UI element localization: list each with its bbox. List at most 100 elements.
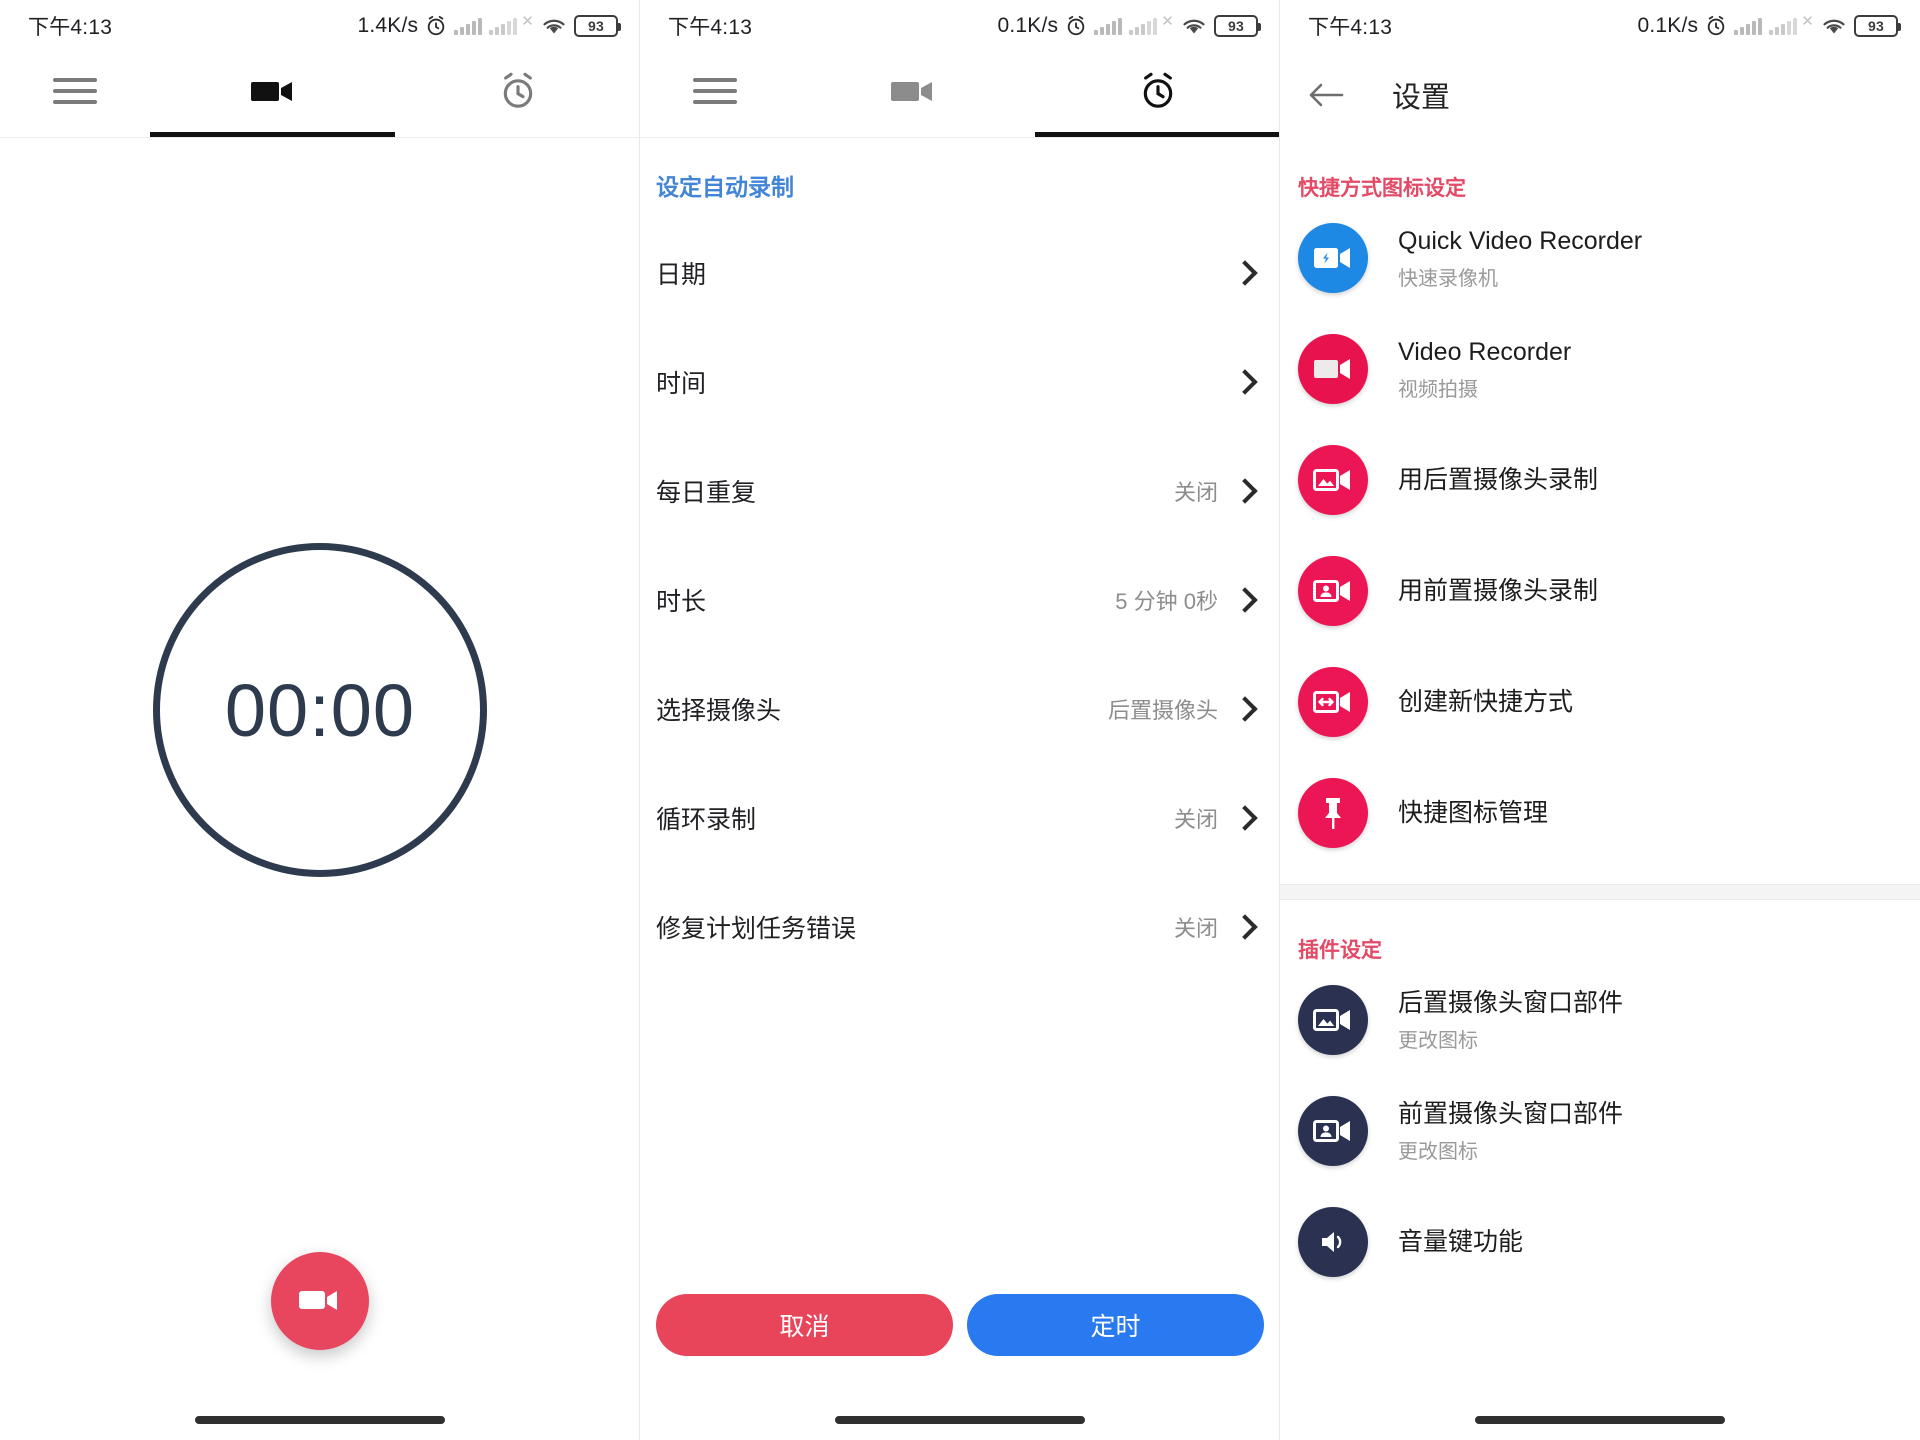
chevron-right-icon xyxy=(1232,586,1258,613)
alarm-clock-icon xyxy=(503,72,532,108)
setting-value: 关闭 xyxy=(1173,806,1218,832)
video-person-icon xyxy=(1298,555,1368,626)
alarm-icon xyxy=(1065,15,1087,37)
timer-display-area: 00:00 xyxy=(0,130,640,1290)
tab-alarm-left[interactable] xyxy=(395,52,640,130)
panel-settings: 下午4:13 0.1K/s ✕ 93 设置 快捷方式图标设定 Quick Vid… xyxy=(1280,0,1920,1440)
setting-value: 5 分钟 0秒 xyxy=(1115,588,1218,614)
status-bar-right: 下午4:13 0.1K/s ✕ 93 xyxy=(1280,0,1920,52)
cancel-button[interactable]: 取消 xyxy=(656,1294,953,1356)
wifi-icon xyxy=(1821,16,1847,36)
schedule-actions: 取消 定时 xyxy=(656,1294,1264,1356)
tab-bar-left xyxy=(0,52,640,138)
setting-label: 选择摄像头 xyxy=(656,696,782,725)
status-bar-middle: 下午4:13 0.1K/s ✕ 93 xyxy=(640,0,1280,52)
status-time: 下午4:13 xyxy=(668,16,753,39)
tab-active-underline xyxy=(1035,132,1280,138)
hamburger-icon xyxy=(693,71,737,111)
screenshot-root: 下午4:13 1.4K/s ✕ 93 00:00 下午4:13 0.1K/s ✕… xyxy=(0,0,1920,1440)
settings-item-title: 音量键功能 xyxy=(1398,1227,1524,1256)
settings-item-title: 前置摄像头窗口部件 xyxy=(1398,1099,1624,1128)
chevron-right-icon xyxy=(1232,804,1258,831)
hamburger-icon xyxy=(53,71,97,111)
settings-item-volume-key-function[interactable]: 音量键功能 xyxy=(1280,1186,1920,1297)
menu-button-middle[interactable] xyxy=(640,71,790,111)
nav-gesture-bar xyxy=(0,1416,640,1424)
settings-item-create-shortcut[interactable]: 创建新快捷方式 xyxy=(1280,646,1920,757)
settings-item-text: Quick Video Recorder 快速录像机 xyxy=(1398,225,1642,291)
settings-item-title: 快捷图标管理 xyxy=(1398,798,1549,827)
video-camera-icon xyxy=(299,1291,337,1310)
settings-item-quick-video-recorder[interactable]: Quick Video Recorder 快速录像机 xyxy=(1280,202,1920,313)
settings-item-rear-camera-widget[interactable]: 后置摄像头窗口部件 更改图标 xyxy=(1280,964,1920,1075)
settings-item-video-recorder[interactable]: Video Recorder 视频拍摄 xyxy=(1280,313,1920,424)
video-plain-icon xyxy=(1298,333,1368,404)
setting-row[interactable]: 每日重复 关闭 xyxy=(640,436,1280,545)
settings-item-title: Video Recorder xyxy=(1398,337,1572,366)
setting-row[interactable]: 日期 xyxy=(640,218,1280,327)
nav-gesture-bar xyxy=(640,1416,1280,1424)
alarm-clock-icon xyxy=(1143,72,1172,108)
record-button[interactable] xyxy=(271,1252,369,1350)
timer-value: 00:00 xyxy=(224,668,416,752)
setting-label: 日期 xyxy=(656,260,707,289)
network-speed: 0.1K/s xyxy=(997,14,1059,37)
arrow-left-icon xyxy=(1309,83,1344,107)
video-camera-icon xyxy=(250,82,292,101)
status-time: 下午4:13 xyxy=(1308,16,1393,39)
tab-active-underline xyxy=(150,132,395,138)
settings-item-text: 音量键功能 xyxy=(1398,1226,1523,1258)
setting-row[interactable]: 时长 5 分钟 0秒 xyxy=(640,545,1280,654)
battery-indicator: 93 xyxy=(1214,15,1261,37)
tab-video-left[interactable] xyxy=(150,52,395,138)
panel-recorder-home: 下午4:13 1.4K/s ✕ 93 00:00 xyxy=(0,0,640,1440)
settings-item-record-front-camera[interactable]: 用前置摄像头录制 xyxy=(1280,535,1920,646)
tab-video-middle[interactable] xyxy=(790,52,1035,130)
settings-item-record-rear-camera[interactable]: 用后置摄像头录制 xyxy=(1280,424,1920,535)
video-bolt-icon xyxy=(1298,222,1368,293)
settings-item-text: 快捷图标管理 xyxy=(1398,797,1548,829)
setting-row[interactable]: 时间 xyxy=(640,327,1280,436)
setting-row[interactable]: 选择摄像头 后置摄像头 xyxy=(640,654,1280,763)
battery-indicator: 93 xyxy=(1854,15,1901,37)
settings-item-subtitle: 更改图标 xyxy=(1398,1029,1478,1052)
tab-alarm-middle[interactable] xyxy=(1035,52,1280,138)
tabs-middle xyxy=(790,52,1280,138)
setting-row[interactable]: 循环录制 关闭 xyxy=(640,763,1280,872)
record-fab-wrapper xyxy=(0,1252,640,1350)
battery-level: 93 xyxy=(1228,18,1244,34)
alarm-icon xyxy=(425,15,447,37)
battery-indicator: 93 xyxy=(574,15,621,37)
settings-item-shortcut-manager[interactable]: 快捷图标管理 xyxy=(1280,757,1920,868)
alarm-icon xyxy=(1705,15,1727,37)
status-icons: 0.1K/s ✕ 93 xyxy=(1637,13,1901,38)
menu-button-left[interactable] xyxy=(0,71,150,111)
network-speed: 0.1K/s xyxy=(1637,14,1699,37)
chevron-right-icon xyxy=(1232,368,1258,395)
status-icons: 1.4K/s ✕ 93 xyxy=(357,13,621,38)
setting-label: 每日重复 xyxy=(656,478,757,507)
settings-item-subtitle: 视频拍摄 xyxy=(1398,378,1478,401)
signal-bars-sim2 xyxy=(1769,17,1798,35)
back-button[interactable] xyxy=(1306,80,1358,110)
signal-bars-sim1 xyxy=(454,17,483,35)
status-bar-left: 下午4:13 1.4K/s ✕ 93 xyxy=(0,0,640,52)
wifi-icon xyxy=(541,16,567,36)
video-arrows-icon xyxy=(1298,666,1368,737)
setting-label: 循环录制 xyxy=(656,805,757,834)
settings-item-front-camera-widget[interactable]: 前置摄像头窗口部件 更改图标 xyxy=(1280,1075,1920,1186)
video-person-icon xyxy=(1298,1095,1368,1166)
setting-label: 修复计划任务错误 xyxy=(656,914,857,943)
sim-no-service-icon: ✕ xyxy=(1801,13,1814,30)
nav-gesture-bar xyxy=(1280,1416,1920,1424)
settings-item-title: Quick Video Recorder xyxy=(1398,226,1643,255)
schedule-confirm-button[interactable]: 定时 xyxy=(967,1294,1264,1356)
settings-item-text: 用前置摄像头录制 xyxy=(1398,575,1598,607)
setting-row[interactable]: 修复计划任务错误 关闭 xyxy=(640,872,1280,981)
chevron-right-icon xyxy=(1232,695,1258,722)
video-camera-icon xyxy=(890,82,932,101)
sim-no-service-icon: ✕ xyxy=(521,13,534,30)
settings-item-title: 用前置摄像头录制 xyxy=(1398,576,1599,605)
signal-bars-sim1 xyxy=(1094,17,1123,35)
chevron-right-icon xyxy=(1232,259,1258,286)
